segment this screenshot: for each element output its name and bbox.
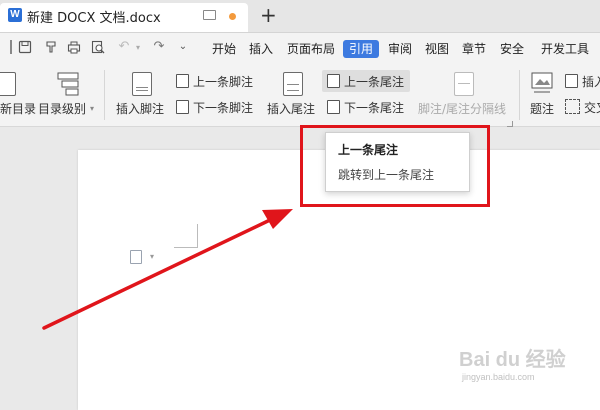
- annotation-arrow: [42, 209, 293, 330]
- watermark-logo: Bai du 经验: [459, 349, 566, 371]
- watermark-url: jingyan.baidu.com: [462, 372, 535, 382]
